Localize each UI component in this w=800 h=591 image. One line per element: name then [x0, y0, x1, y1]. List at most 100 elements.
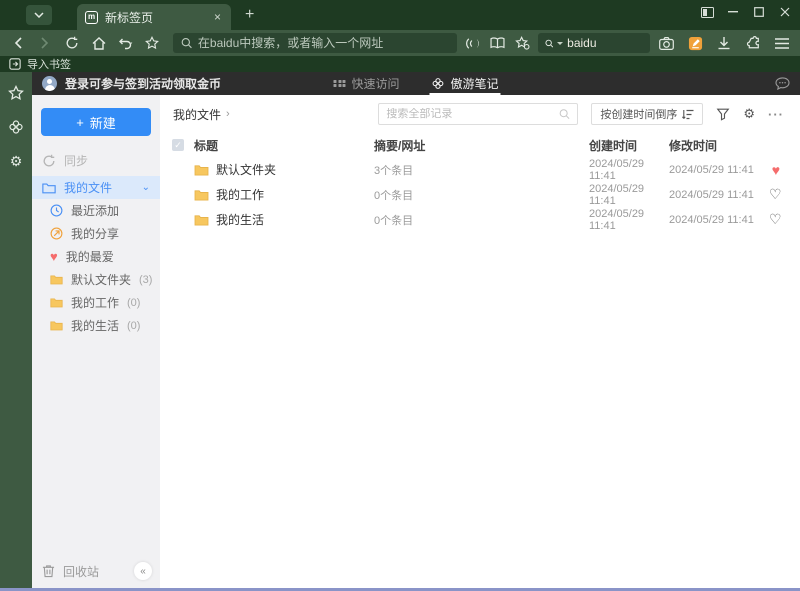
notes-search-box[interactable] — [378, 103, 579, 125]
main-menu-button[interactable] — [772, 33, 792, 53]
filter-button[interactable] — [716, 107, 730, 121]
table-row[interactable]: 我的工作 0个条目 2024/05/29 11:41 2024/05/29 11… — [160, 182, 800, 207]
back-button[interactable] — [8, 33, 29, 53]
sidebar-item-label: 我的文件 — [64, 181, 113, 195]
recycle-bin-label: 回收站 — [63, 564, 100, 579]
search-engine-caret-icon[interactable] — [557, 41, 564, 45]
maximize-button[interactable] — [752, 6, 766, 18]
refresh-icon — [66, 36, 78, 49]
new-note-button[interactable]: + 新建 — [41, 108, 151, 136]
search-engine-input[interactable] — [567, 36, 643, 50]
favorite-heart-icon[interactable]: ♡ — [769, 186, 782, 202]
sync-label: 同步 — [64, 154, 89, 168]
search-icon — [181, 38, 192, 49]
row-title-cell[interactable]: 我的工作 — [194, 186, 374, 203]
recycle-bin-button[interactable]: 回收站 — [42, 563, 99, 580]
column-header-title: 标题 — [194, 138, 219, 153]
sidebar-item-my-shares[interactable]: 我的分享 — [32, 222, 160, 245]
browser-toolbar — [0, 30, 800, 56]
tab-list-dropdown-button[interactable] — [26, 5, 52, 25]
sidebar-item-default-folder[interactable]: 默认文件夹 (3) — [32, 268, 160, 291]
row-modified: 2024/05/29 11:41 — [669, 163, 754, 176]
favorite-heart-icon[interactable]: ♥ — [772, 162, 780, 178]
boss-key-panel-icon[interactable] — [700, 6, 714, 18]
search-engine-box[interactable] — [537, 33, 650, 53]
toolbar-right-icons — [656, 33, 792, 53]
table-row[interactable]: 我的生活 0个条目 2024/05/29 11:41 2024/05/29 11… — [160, 207, 800, 232]
collapse-sidebar-button[interactable]: « — [134, 562, 152, 580]
sort-order-label: 按创建时间倒序 — [600, 109, 678, 121]
breadcrumb[interactable]: 我的文件 › — [173, 106, 230, 123]
address-bar[interactable] — [172, 33, 458, 53]
undo-button[interactable] — [115, 33, 136, 53]
page-tabs: 快速访问 傲游笔记 — [331, 72, 501, 95]
chevron-down-icon[interactable]: ⌄ — [142, 182, 150, 193]
notes-table: ✓ 标题 摘要/网址 创建时间 修改时间 默认文件夹 3个条目 2024/05/… — [160, 133, 800, 232]
sort-order-button[interactable]: 按创建时间倒序 — [591, 103, 704, 125]
minimize-button[interactable] — [726, 6, 740, 18]
refresh-button[interactable] — [62, 33, 83, 53]
feedback-button[interactable] — [775, 77, 790, 90]
import-bookmarks-button[interactable]: 导入书签 — [27, 56, 71, 72]
close-window-button[interactable] — [778, 6, 792, 18]
tab-close-icon[interactable]: × — [212, 10, 223, 24]
read-aloud-icon — [466, 38, 480, 48]
window-controls — [700, 6, 792, 18]
view-settings-button[interactable]: ⚙ — [743, 106, 755, 122]
table-row[interactable]: 默认文件夹 3个条目 2024/05/29 11:41 2024/05/29 1… — [160, 157, 800, 182]
plus-icon: + — [76, 114, 84, 130]
bookmark-page-button[interactable] — [142, 33, 163, 53]
tab-quick-access[interactable]: 快速访问 — [331, 72, 401, 95]
home-button[interactable] — [88, 33, 109, 53]
read-aloud-button[interactable] — [463, 33, 482, 53]
row-summary: 0个条目 — [374, 214, 414, 227]
reading-mode-button[interactable] — [488, 33, 507, 53]
login-banner[interactable]: 登录可参与签到活动领取金币 — [65, 75, 221, 92]
maxnote-button[interactable] — [685, 33, 705, 53]
home-icon — [92, 36, 106, 50]
forward-button[interactable] — [35, 33, 56, 53]
row-summary: 0个条目 — [374, 189, 414, 202]
sidebar-item-my-files[interactable]: 我的文件 ⌄ — [32, 176, 160, 199]
folder-icon — [50, 321, 63, 331]
downloads-button[interactable] — [714, 33, 734, 53]
avatar[interactable] — [42, 76, 57, 91]
sidebar-item-my-life[interactable]: 我的生活 (0) — [32, 314, 160, 337]
row-title-cell[interactable]: 默认文件夹 — [194, 161, 374, 178]
row-title-cell[interactable]: 我的生活 — [194, 211, 374, 228]
column-header-modified: 修改时间 — [669, 138, 718, 153]
tab-maxnote[interactable]: 傲游笔记 — [429, 72, 501, 95]
back-icon — [15, 37, 22, 49]
notes-search-input[interactable] — [386, 108, 554, 120]
browser-tab-active[interactable]: m 新标签页 × — [77, 4, 231, 30]
favorite-heart-icon[interactable]: ♡ — [769, 211, 782, 227]
sync-button[interactable]: 同步 — [32, 149, 160, 172]
more-actions-button[interactable]: ··· — [768, 107, 784, 122]
settings-button[interactable]: ⚙ — [7, 152, 25, 170]
new-tab-button[interactable]: + — [245, 6, 254, 24]
address-input[interactable] — [197, 36, 450, 50]
row-modified: 2024/05/29 11:41 — [669, 213, 754, 226]
clover-note-icon — [9, 120, 23, 134]
reading-mode-icon — [490, 37, 505, 49]
table-header-row: ✓ 标题 摘要/网址 创建时间 修改时间 — [160, 133, 800, 157]
row-created: 2024/05/29 11:41 — [589, 182, 645, 207]
sidebar-item-my-work[interactable]: 我的工作 (0) — [32, 291, 160, 314]
sidebar-item-my-favorites[interactable]: ♥ 我的最爱 — [32, 245, 160, 268]
maxthon-logo-icon: m — [85, 10, 98, 24]
maxnote-panel-button[interactable] — [7, 118, 25, 136]
favorites-panel-button[interactable] — [7, 84, 25, 102]
column-header-summary: 摘要/网址 — [374, 138, 426, 153]
row-created: 2024/05/29 11:41 — [589, 207, 645, 232]
star-icon — [145, 36, 160, 50]
notes-main: 我的文件 › 按创建时间倒序 — [160, 95, 800, 588]
screenshot-button[interactable] — [656, 33, 676, 53]
breadcrumb-arrow-icon: › — [226, 108, 230, 120]
hamburger-menu-icon — [775, 37, 789, 49]
collect-to-favorites-button[interactable] — [513, 33, 532, 53]
extensions-button[interactable] — [743, 33, 763, 53]
download-icon — [718, 37, 730, 50]
select-all-checkbox[interactable]: ✓ — [172, 139, 184, 151]
sidebar-item-recent[interactable]: 最近添加 — [32, 199, 160, 222]
tab-quick-access-label: 快速访问 — [351, 77, 400, 91]
